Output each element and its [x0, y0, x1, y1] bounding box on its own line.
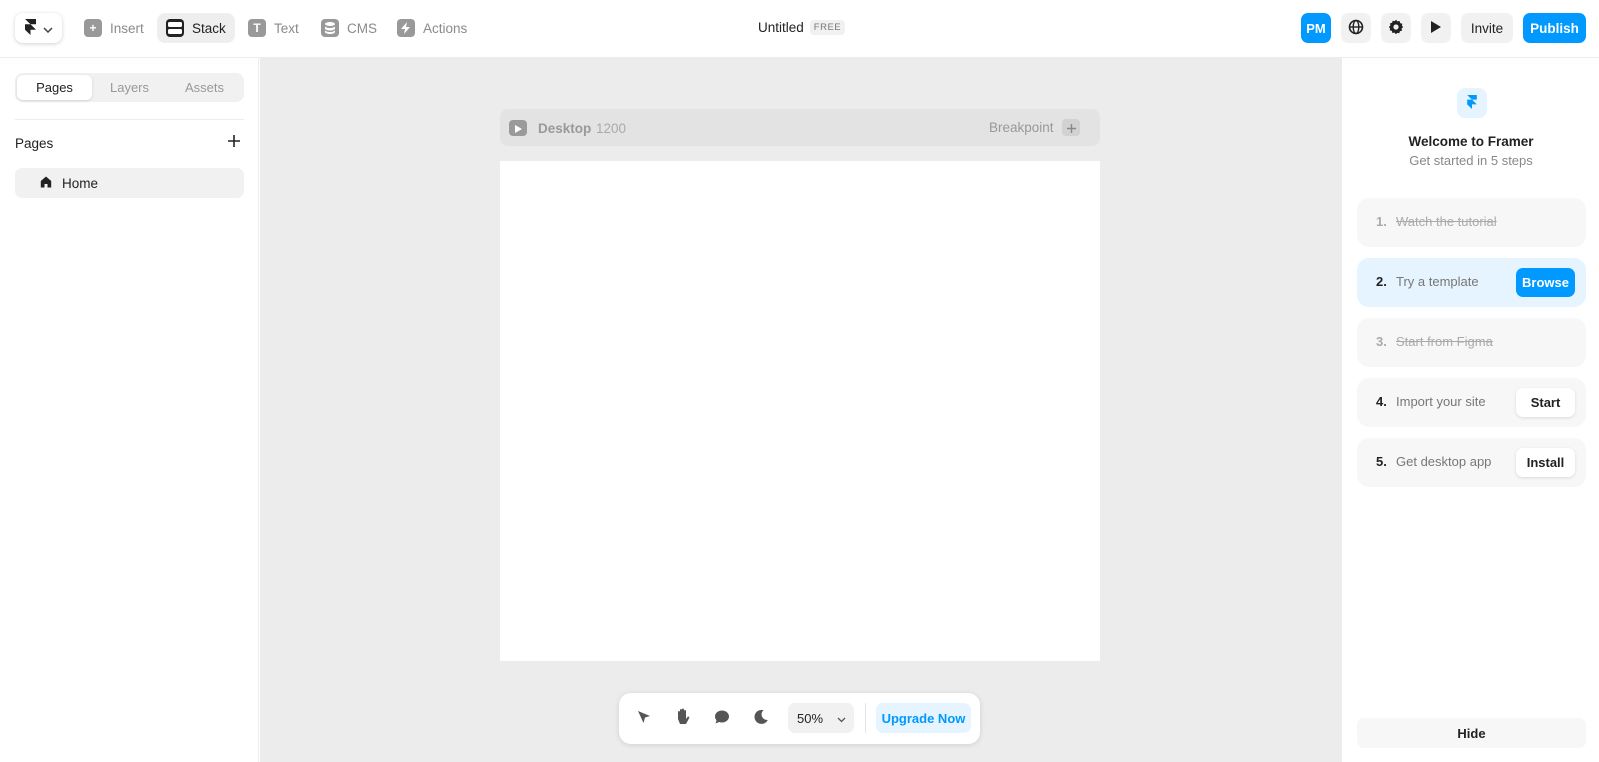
- stack-icon: [166, 19, 184, 37]
- step-number: 3.: [1376, 334, 1387, 349]
- start-button[interactable]: Start: [1516, 388, 1575, 417]
- framer-logo-icon: [24, 18, 36, 38]
- globe-button[interactable]: [1341, 13, 1371, 43]
- preview-button[interactable]: [1421, 13, 1451, 43]
- plan-badge: FREE: [809, 20, 846, 35]
- database-icon: [321, 19, 339, 37]
- left-panel-tabs: Pages Layers Assets: [15, 73, 244, 102]
- frame-width: 1200: [596, 121, 627, 136]
- cursor-icon: [636, 709, 652, 728]
- step-label: Start from Figma: [1396, 334, 1493, 349]
- tab-layers[interactable]: Layers: [92, 75, 167, 100]
- text-tool-label: Text: [274, 20, 299, 36]
- framer-menu-button[interactable]: [15, 13, 62, 43]
- gear-icon: [1388, 19, 1404, 38]
- text-icon: T: [248, 19, 266, 37]
- chevron-down-icon: [42, 21, 53, 36]
- browse-button[interactable]: Browse: [1516, 268, 1575, 297]
- tab-assets[interactable]: Assets: [167, 75, 242, 100]
- hand-tool-button[interactable]: [672, 707, 694, 729]
- step-label: Watch the tutorial: [1396, 214, 1497, 229]
- step-number: 4.: [1376, 394, 1387, 409]
- invite-button[interactable]: Invite: [1461, 13, 1513, 43]
- play-icon: [1430, 20, 1442, 37]
- insert-tool-label: Insert: [110, 20, 144, 36]
- pages-section-title: Pages: [15, 136, 54, 151]
- step-number: 5.: [1376, 454, 1387, 469]
- page-item-home[interactable]: Home: [15, 168, 244, 198]
- cms-tool-label: CMS: [347, 20, 377, 36]
- framer-logo-icon: [1467, 94, 1477, 112]
- divider: [15, 119, 244, 120]
- chevron-down-icon: [837, 711, 846, 726]
- step-desktop-app[interactable]: 5. Get desktop app Install: [1357, 438, 1586, 487]
- frame-preview-button[interactable]: [509, 120, 527, 136]
- right-panel: Welcome to Framer Get started in 5 steps…: [1341, 58, 1599, 762]
- install-button[interactable]: Install: [1516, 448, 1575, 477]
- desktop-frame[interactable]: [500, 161, 1100, 661]
- step-import-site[interactable]: 4. Import your site Start: [1357, 378, 1586, 427]
- publish-button[interactable]: Publish: [1523, 13, 1586, 43]
- document-name: Untitled: [758, 20, 804, 35]
- settings-button[interactable]: [1381, 13, 1411, 43]
- hand-icon: [675, 708, 691, 729]
- step-number: 1.: [1376, 214, 1387, 229]
- step-try-template[interactable]: 2. Try a template Browse: [1357, 258, 1586, 307]
- page-item-label: Home: [62, 175, 99, 191]
- comment-tool-button[interactable]: [711, 707, 733, 729]
- bottom-toolbar: 50% Upgrade Now: [619, 693, 980, 744]
- plus-square-icon: +: [84, 19, 102, 37]
- bolt-icon: [397, 19, 415, 37]
- stack-tool-button[interactable]: Stack: [157, 13, 235, 43]
- select-tool-button[interactable]: [633, 707, 655, 729]
- left-panel: Pages Layers Assets Pages Home: [0, 58, 259, 762]
- zoom-select[interactable]: 50%: [788, 703, 854, 733]
- welcome-title: Welcome to Framer: [1408, 134, 1534, 149]
- document-title[interactable]: Untitled FREE: [758, 20, 846, 35]
- play-icon: [514, 121, 522, 136]
- step-watch-tutorial[interactable]: 1. Watch the tutorial: [1357, 198, 1586, 247]
- actions-tool-label: Actions: [423, 20, 468, 36]
- globe-icon: [1348, 19, 1364, 38]
- step-label: Get desktop app: [1396, 454, 1492, 469]
- step-label: Import your site: [1396, 394, 1486, 409]
- stack-tool-label: Stack: [192, 20, 226, 36]
- add-breakpoint-button[interactable]: [1062, 119, 1080, 136]
- frame-header[interactable]: Desktop 1200 Breakpoint: [500, 109, 1100, 146]
- add-page-button[interactable]: [228, 132, 240, 150]
- welcome-subtitle: Get started in 5 steps: [1409, 153, 1533, 168]
- moon-icon: [753, 709, 769, 728]
- upgrade-button[interactable]: Upgrade Now: [876, 703, 971, 733]
- breakpoint-label: Breakpoint: [989, 120, 1054, 135]
- home-icon: [40, 176, 52, 191]
- hide-button[interactable]: Hide: [1357, 718, 1586, 748]
- comment-icon: [714, 709, 730, 728]
- step-start-from-figma[interactable]: 3. Start from Figma: [1357, 318, 1586, 367]
- canvas[interactable]: Desktop 1200 Breakpoint 50% Upgrade Now: [260, 58, 1341, 762]
- user-avatar[interactable]: PM: [1301, 13, 1331, 43]
- text-tool-button[interactable]: T Text: [239, 13, 308, 43]
- insert-tool-button[interactable]: + Insert: [75, 13, 153, 43]
- cms-tool-button[interactable]: CMS: [312, 13, 386, 43]
- top-toolbar: + Insert Stack T Text CMS Actions Untitl…: [0, 0, 1599, 58]
- divider: [865, 703, 866, 733]
- tab-pages[interactable]: Pages: [17, 75, 92, 100]
- framer-logo: [1457, 88, 1487, 118]
- plus-icon: [228, 131, 240, 151]
- zoom-value: 50%: [797, 710, 824, 726]
- dark-mode-button[interactable]: [750, 707, 772, 729]
- step-number: 2.: [1376, 274, 1387, 289]
- actions-tool-button[interactable]: Actions: [388, 13, 476, 43]
- step-label: Try a template: [1396, 274, 1479, 289]
- frame-name: Desktop: [538, 121, 592, 136]
- plus-icon: [1066, 120, 1076, 136]
